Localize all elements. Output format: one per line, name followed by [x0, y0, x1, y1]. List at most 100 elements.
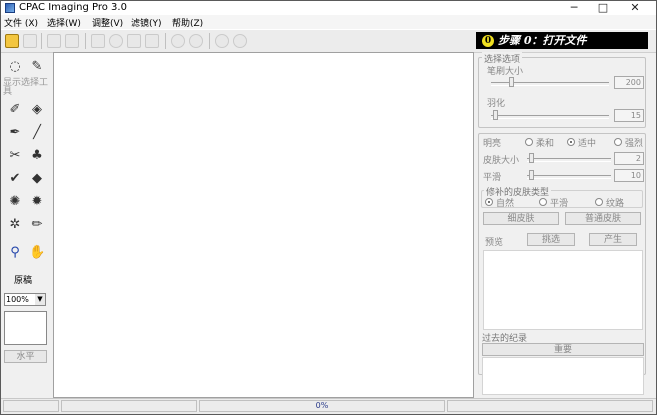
circle-select-icon[interactable]	[109, 34, 123, 48]
feather-label: 羽化	[487, 99, 506, 109]
brightness-medium-label: 适中	[578, 139, 597, 149]
minimize-button[interactable]: ─	[560, 1, 588, 15]
dodge-icon[interactable]: ✺	[7, 194, 23, 210]
auto-b-icon[interactable]	[189, 34, 203, 48]
knife-icon[interactable]: ✏	[29, 217, 45, 233]
crop-icon[interactable]	[145, 34, 159, 48]
clone-icon[interactable]: ✂	[7, 148, 23, 164]
zoom-icon[interactable]: ⚲	[7, 245, 23, 261]
status-cell	[447, 400, 653, 412]
smooth-value[interactable]: 10	[614, 169, 644, 182]
pattern-icon[interactable]: ◈	[29, 102, 45, 118]
options-panel: 选择选项 笔刷大小 200 羽化 15 明亮 柔和 适中 强烈 皮肤大小 2 平…	[476, 51, 648, 397]
lasso-icon[interactable]: ✎	[29, 59, 45, 75]
skin-size-track	[527, 158, 611, 162]
skin-size-label: 皮肤大小	[483, 156, 520, 166]
close-button[interactable]: ✕	[621, 1, 649, 15]
status-cell	[3, 400, 59, 412]
toolbar-separator	[41, 33, 42, 49]
brush-size-slider[interactable]	[509, 77, 514, 87]
menu-bar: 文件 (X) 选择(W) 调整(V) 滤镜(Y) 帮助(Z)	[1, 15, 656, 29]
title-bar: CPAC Imaging Pro 3.0 ─ □ ✕	[1, 1, 656, 15]
burn-icon[interactable]: ✹	[29, 194, 45, 210]
skin-size-slider[interactable]	[529, 153, 534, 163]
preview-area	[483, 250, 643, 330]
status-cell	[61, 400, 197, 412]
pen-icon[interactable]: ✒	[7, 125, 23, 141]
smooth-track	[527, 175, 611, 179]
tool-panel: ◌ ✎ 显示选择工具 ✐ ◈ ✒ ╱ ✂ ♣ ✔ ◆ ✺ ✹ ✲ ✏ ⚲ ✋ 原…	[1, 52, 51, 398]
line-icon[interactable]: ╱	[29, 125, 45, 141]
patch-texture-label: 纹路	[606, 199, 625, 209]
patch-type-group: 修补的皮肤类型 自然 平滑 纹路	[481, 185, 643, 209]
preview-label: 预览	[485, 238, 504, 248]
feather-slider[interactable]	[493, 110, 498, 120]
feather-value[interactable]: 15	[614, 109, 644, 122]
patch-natural-label: 自然	[496, 199, 515, 209]
target-icon[interactable]	[233, 34, 247, 48]
feather-track	[491, 115, 609, 119]
generate-button[interactable]: 产生	[589, 233, 637, 246]
heal-icon[interactable]: ✔	[7, 171, 23, 187]
status-bar: 0%	[1, 398, 656, 414]
patch-smooth-label: 平滑	[550, 199, 569, 209]
show-tools-label[interactable]: 显示选择工具	[3, 79, 51, 97]
save-icon[interactable]	[23, 34, 37, 48]
stamp-icon[interactable]: ♣	[29, 148, 45, 164]
brightness-medium-radio[interactable]	[567, 138, 575, 146]
smooth-label: 平滑	[483, 173, 502, 183]
history-list[interactable]	[482, 357, 644, 395]
brightness-strong-label: 强烈	[625, 139, 644, 149]
brightness-strong-radio[interactable]	[614, 138, 622, 146]
contrast-icon[interactable]	[91, 34, 105, 48]
brightness-soft-label: 柔和	[536, 139, 555, 149]
pick-button[interactable]: 挑选	[527, 233, 575, 246]
step-banner-text: 步骤 0：打开文件	[498, 34, 587, 47]
original-label: 原稿	[14, 276, 33, 286]
menu-select[interactable]: 选择(W)	[47, 16, 81, 29]
app-window: CPAC Imaging Pro 3.0 ─ □ ✕ 文件 (X) 选择(W) …	[0, 0, 657, 415]
normal-skin-button[interactable]: 普通皮肤	[565, 212, 641, 225]
layers-icon[interactable]	[127, 34, 141, 48]
sun-icon[interactable]: ✲	[7, 217, 23, 233]
auto-a-icon[interactable]	[171, 34, 185, 48]
brush-icon[interactable]: ✐	[7, 102, 23, 118]
menu-file[interactable]: 文件 (X)	[4, 16, 38, 29]
thumbnail-preview	[4, 311, 47, 345]
step-number-badge: 0	[482, 35, 494, 47]
open-file-icon[interactable]	[5, 34, 19, 48]
fine-skin-button[interactable]: 细皮肤	[483, 212, 559, 225]
brush-size-label: 笔刷大小	[487, 67, 524, 77]
menu-help[interactable]: 帮助(Z)	[172, 16, 203, 29]
brightness-soft-radio[interactable]	[525, 138, 533, 146]
app-logo-icon	[5, 3, 15, 13]
progress-text: 0%	[199, 400, 445, 412]
toolbar-separator	[85, 33, 86, 49]
face-icon[interactable]	[215, 34, 229, 48]
smooth-slider[interactable]	[529, 170, 534, 180]
menu-adjust[interactable]: 调整(V)	[92, 16, 123, 29]
undo-icon[interactable]	[65, 34, 79, 48]
patch-smooth-radio[interactable]	[539, 198, 547, 206]
menu-filter[interactable]: 滤镜(Y)	[131, 16, 162, 29]
chevron-down-icon[interactable]: ▼	[35, 294, 45, 305]
patch-type-title: 修补的皮肤类型	[484, 185, 552, 198]
image-canvas[interactable]	[53, 52, 474, 398]
toolbar-separator	[209, 33, 210, 49]
window-title: CPAC Imaging Pro 3.0	[19, 2, 127, 13]
maximize-button[interactable]: □	[589, 1, 617, 15]
step-banner: 0 步骤 0：打开文件	[476, 32, 648, 49]
patch-texture-radio[interactable]	[595, 198, 603, 206]
selection-options-group: 选择选项 笔刷大小 200 羽化 15	[478, 52, 646, 128]
brush-size-value[interactable]: 200	[614, 76, 644, 89]
patch-natural-radio[interactable]	[485, 198, 493, 206]
redo-icon[interactable]	[47, 34, 61, 48]
hand-icon[interactable]: ✋	[29, 245, 45, 261]
skin-size-value[interactable]: 2	[614, 152, 644, 165]
eraser-icon[interactable]: ◆	[29, 171, 45, 187]
horizontal-button[interactable]: 水平	[4, 350, 47, 363]
zoom-value: 100%	[6, 295, 29, 304]
redo-history-button[interactable]: 重要	[482, 343, 644, 356]
zoom-select[interactable]: 100% ▼	[4, 293, 46, 306]
ellipse-select-icon[interactable]: ◌	[7, 59, 23, 75]
